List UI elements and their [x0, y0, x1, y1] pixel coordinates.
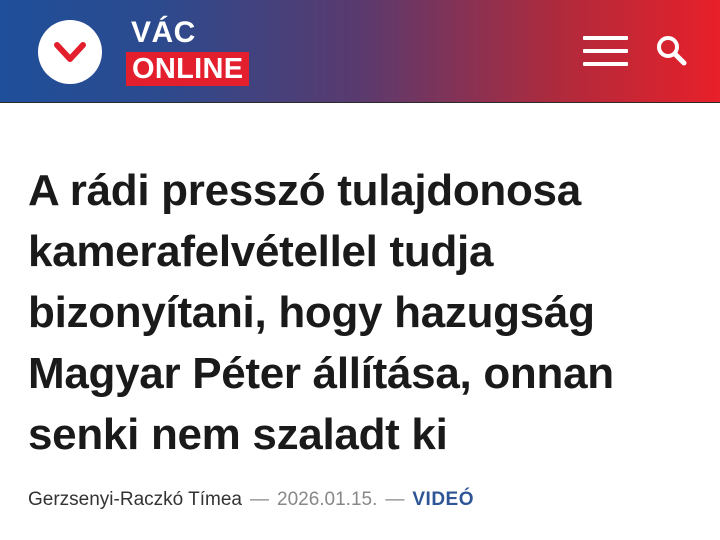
- site-logo[interactable]: [38, 20, 102, 84]
- brand-name-top[interactable]: VÁC: [131, 18, 196, 48]
- chevron-down-icon: [54, 42, 86, 62]
- article-category-link[interactable]: VIDEÓ: [412, 489, 474, 510]
- site-header: VÁC ONLINE: [0, 0, 720, 103]
- article-author[interactable]: Gerzsenyi-Raczkó Tímea: [28, 489, 242, 510]
- article-title: A rádi presszó tulajdonosa kamerafelvéte…: [28, 166, 614, 459]
- meta-separator: —: [250, 489, 269, 510]
- article-date: 2026.01.15.: [277, 489, 378, 510]
- article-meta: Gerzsenyi-Raczkó Tímea — 2026.01.15. — VIDEÓ: [28, 488, 474, 512]
- meta-separator: —: [385, 489, 405, 510]
- hamburger-menu-icon[interactable]: [583, 36, 628, 66]
- brand-name-bottom[interactable]: ONLINE: [126, 52, 250, 86]
- search-icon[interactable]: [655, 34, 689, 68]
